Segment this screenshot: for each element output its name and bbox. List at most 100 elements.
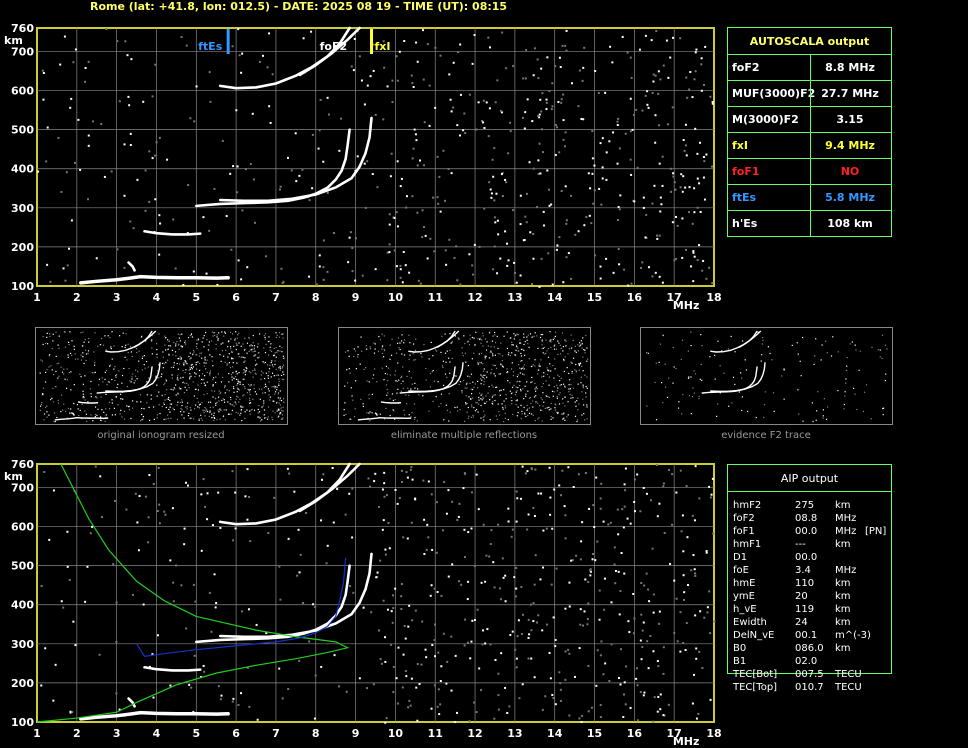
x-tick-label: 4	[153, 291, 161, 304]
plot-frame	[36, 463, 715, 723]
y-tick-label: 500	[11, 124, 34, 137]
marker-label: foF2	[320, 40, 348, 53]
aip-row-value: 010.7	[795, 682, 824, 693]
aip-row-name: hmE	[733, 578, 756, 589]
aip-row-unit: MHz	[835, 526, 857, 537]
x-tick-label: 16	[627, 727, 643, 740]
aip-row-unit: km	[835, 643, 851, 654]
autoscala-row: foF2 8.8 MHz	[728, 54, 891, 81]
plot-frame	[36, 27, 715, 287]
aip-row-value: 119	[795, 604, 815, 615]
aip-row-unit: m^(-3)	[835, 630, 871, 641]
y-unit-label: km	[4, 470, 23, 483]
autoscala-row-label: h'Es	[732, 217, 758, 230]
aip-row-name: ymE	[733, 591, 755, 602]
autoscala-row: ftEs 5.8 MHz	[728, 184, 891, 211]
aip-row-extra: [PN]	[865, 526, 887, 537]
aip-row-name: TEC[Top]	[733, 682, 778, 693]
aip-row-unit: MHz	[835, 513, 857, 524]
y-tick-label: 200	[11, 677, 34, 690]
marker-label: ftEs	[198, 40, 223, 53]
x-tick-label: 13	[507, 291, 522, 304]
aip-row-unit: km	[835, 500, 851, 511]
ionogram-aip: 100200300400500600700760km1 2 3 4 5 6 7 8 9 10 11 1…	[4, 458, 722, 748]
x-tick-label: 1	[33, 291, 41, 304]
aip-row-value: 007.5	[795, 669, 824, 680]
autoscala-row: foF1 NO	[728, 158, 891, 185]
x-tick-label: 3	[113, 727, 121, 740]
thumbnail-original	[35, 327, 288, 425]
aip-row-value: 00.1	[795, 630, 818, 641]
x-tick-label: 12	[467, 727, 482, 740]
thumb-frame	[640, 327, 893, 425]
y-unit-label: km	[4, 34, 23, 47]
autoscala-row-label: foF2	[732, 61, 760, 74]
aip-row-name: Ewidth	[733, 617, 767, 628]
y-tick-label: 400	[11, 599, 34, 612]
autoscala-row-value: 5.8 MHz	[810, 185, 889, 211]
x-tick-label: 6	[232, 291, 240, 304]
x-tick-label: 7	[272, 291, 280, 304]
x-tick-label: 9	[352, 291, 360, 304]
aip-row-value: 086.0	[795, 643, 824, 654]
aip-panel: AIP output	[727, 464, 892, 492]
thumbnail-eliminate-multiple	[338, 327, 591, 425]
aip-row-unit: TECU	[835, 682, 862, 693]
marker-label: fxI	[375, 40, 391, 53]
y-tick-label: 300	[11, 638, 34, 651]
x-tick-label: 18	[706, 727, 721, 740]
aip-row-name: h_vE	[733, 604, 757, 615]
x-tick-label: 10	[388, 727, 404, 740]
autoscala-row-label: MUF(3000)F2	[732, 87, 816, 100]
aip-row-unit: km	[835, 578, 851, 589]
aip-row-name: hmF1	[733, 539, 762, 550]
x-tick-label: 18	[706, 291, 721, 304]
x-tick-label: 9	[352, 727, 360, 740]
y-tick-label: 400	[11, 163, 34, 176]
x-tick-label: 8	[312, 291, 320, 304]
aip-row-value: 08.8	[795, 513, 818, 524]
y-tick-label: 300	[11, 202, 34, 215]
thumbnail-caption-evidence: evidence F2 trace	[721, 430, 811, 441]
aip-row-name: hmF2	[733, 500, 762, 511]
thumbnail-caption-eliminate: eliminate multiple reflections	[390, 430, 538, 441]
aip-row-name: foF2	[733, 513, 755, 524]
aip-row-name: TEC[Bot]	[733, 669, 778, 680]
autoscala-row: h'Es 108 km	[728, 210, 891, 237]
thumbnail-caption-original: original ionogram resized	[97, 430, 225, 441]
y-tick-label: 100	[11, 280, 34, 293]
x-tick-label: 3	[113, 291, 121, 304]
x-tick-label: 11	[428, 727, 443, 740]
aip-row-unit: MHz	[835, 565, 857, 576]
x-tick-label: 11	[428, 291, 443, 304]
y-tick-label: 600	[11, 521, 34, 534]
autoscala-row: MUF(3000)F2 27.7 MHz	[728, 80, 891, 107]
aip-row-value: 3.4	[795, 565, 811, 576]
y-tick-label: 600	[11, 85, 34, 98]
x-tick-label: 16	[627, 291, 643, 304]
autoscala-row: fxI 9.4 MHz	[728, 132, 891, 159]
x-unit-label: MHz	[673, 735, 700, 748]
aip-row-value: 24	[795, 617, 808, 628]
aip-row-name: DelN_vE	[733, 630, 775, 641]
autoscala-row-value: 9.4 MHz	[810, 133, 889, 159]
y-tick-label: 100	[11, 716, 34, 729]
aip-row-value: 00.0	[795, 552, 818, 563]
thumb-frame	[35, 327, 288, 425]
autoscala-row-value: 27.7 MHz	[810, 81, 889, 107]
aip-row-value: ---	[795, 539, 806, 550]
x-tick-label: 15	[587, 727, 602, 740]
aip-row-value: 275	[795, 500, 815, 511]
autoscala-row-label: foF1	[732, 165, 760, 178]
autoscala-panel: AUTOSCALA output foF2 8.8 MHz MUF(3000)F2 2…	[727, 27, 892, 237]
x-unit-label: MHz	[673, 299, 700, 312]
autoscala-row-label: fxI	[732, 139, 748, 152]
x-tick-label: 5	[192, 291, 200, 304]
x-tick-label: 2	[73, 727, 81, 740]
aip-row-value: 02.0	[795, 656, 818, 667]
aip-row-unit: TECU	[835, 669, 862, 680]
x-tick-label: 7	[272, 727, 280, 740]
aip-row-name: B0	[733, 643, 747, 654]
autoscala-row-value: 108 km	[810, 211, 889, 237]
y-tick-label: 700	[11, 481, 34, 494]
